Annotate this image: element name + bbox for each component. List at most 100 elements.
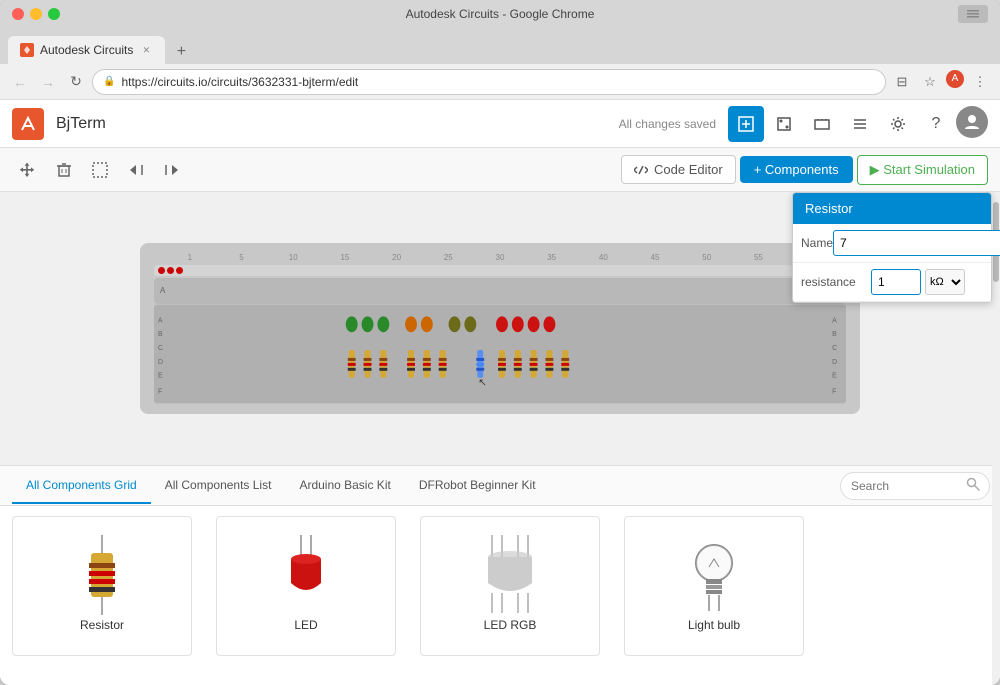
svg-text:D: D [832,359,837,366]
led-rgb-image [475,540,545,610]
tab-label: Autodesk Circuits [40,43,133,57]
breadboard-grid: A // Will render via JS below [154,278,846,304]
window-title: Autodesk Circuits - Google Chrome [406,7,595,21]
svg-text:A: A [158,317,163,324]
cast-icon[interactable]: ⊟ [890,70,914,94]
popup-resistance-label: resistance [801,275,871,289]
svg-text:F: F [158,389,162,396]
svg-text:E: E [832,373,837,380]
main-content: Resistor Name resistance kΩ Ω MΩ [0,192,1000,685]
component-card-resistor[interactable]: Resistor [12,516,192,656]
component-card-led-rgb[interactable]: LED RGB [420,516,600,656]
select-tool[interactable] [84,154,116,186]
menu-icon[interactable]: ⋮ [968,70,992,94]
search-icon [966,477,980,494]
svg-text:C: C [158,345,163,352]
start-simulation-button[interactable]: ▶ Start Simulation [857,155,988,185]
svg-text:↖: ↖ [478,378,486,389]
tab-all-list-label: All Components List [165,478,272,492]
refresh-button[interactable]: ↻ [64,70,88,94]
maximize-button[interactable] [48,8,60,20]
save-status: All changes saved [619,117,716,131]
lightbulb-label: Light bulb [688,618,740,632]
popup-title: Resistor [793,193,991,224]
popup-resistance-input[interactable] [871,269,921,295]
minimize-button[interactable] [30,8,42,20]
close-button[interactable] [12,8,24,20]
popup-name-label: Name [801,236,833,250]
lightbulb-image [679,540,749,610]
forward-button[interactable]: → [36,70,60,94]
row-a: A // Will render via JS below [160,284,840,296]
breadboard-visual: A B C D E A B C D E F [154,304,846,404]
led-rgb-label: LED RGB [484,618,537,632]
autofill-icon[interactable]: A [946,70,964,88]
svg-text:F: F [832,389,836,396]
rewind-tool[interactable] [120,154,152,186]
settings-icon[interactable] [880,106,916,142]
tab-close-button[interactable]: ✕ [139,43,153,57]
title-bar: Autodesk Circuits - Google Chrome [0,0,1000,28]
component-panel: All Components Grid All Components List … [0,465,1000,685]
app-name: BjTerm [56,115,106,133]
address-bar[interactable]: 🔒 https://circuits.io/circuits/3632331-b… [92,69,886,95]
tab-dfrobot-kit-label: DFRobot Beginner Kit [419,478,536,492]
move-tool[interactable] [12,154,44,186]
bookmark-icon[interactable]: ☆ [918,70,942,94]
schematic-icon[interactable] [728,106,764,142]
popup-name-input[interactable] [833,230,1000,256]
breadboard-svg: A B C D E A B C D E F [154,304,846,404]
browser-tab[interactable]: Autodesk Circuits ✕ [8,36,165,64]
tab-dfrobot-kit[interactable]: DFRobot Beginner Kit [405,468,550,504]
popup-name-row: Name [793,224,991,263]
start-sim-label: ▶ Start Simulation [870,162,975,178]
power-rail-top [154,265,846,276]
tab-arduino-kit-label: Arduino Basic Kit [299,478,390,492]
app-bar: BjTerm All changes saved ? [0,100,1000,148]
address-text: https://circuits.io/circuits/3632331-bjt… [121,75,358,89]
3d-icon[interactable] [804,106,840,142]
breadboard-dots-a: // Will render via JS below [172,284,828,296]
tab-all-grid-label: All Components Grid [26,478,137,492]
traffic-lights [12,8,60,20]
nav-bar: ← → ↻ 🔒 https://circuits.io/circuits/363… [0,64,1000,100]
new-tab-button[interactable]: + [169,40,193,64]
app-toolbar-icons: ? [728,106,988,142]
search-container [840,472,980,500]
window-action-button[interactable] [958,5,988,23]
code-editor-button[interactable]: Code Editor [621,155,736,184]
delete-tool[interactable] [48,154,80,186]
forward-tool[interactable] [156,154,188,186]
user-avatar[interactable] [956,106,988,138]
svg-text:A: A [832,317,837,324]
breadboard[interactable]: 1 5 10 15 20 25 30 35 40 45 50 55 60 [140,243,860,414]
main-window: Autodesk Circuits - Google Chrome Autode… [0,0,1000,685]
tab-favicon [20,43,34,57]
help-icon[interactable]: ? [918,106,954,142]
led-label: LED [294,618,317,632]
svg-text:E: E [158,373,163,380]
lock-icon: 🔒 [103,76,115,87]
svg-text:D: D [158,359,163,366]
resistor-label: Resistor [80,618,124,632]
component-card-led[interactable]: LED [216,516,396,656]
column-numbers: 1 5 10 15 20 25 30 35 40 45 50 55 60 [154,253,846,262]
resistor-popup: Resistor Name resistance kΩ Ω MΩ [792,192,992,303]
pcb-icon[interactable] [766,106,802,142]
code-editor-label: Code Editor [654,162,723,177]
bom-icon[interactable] [842,106,878,142]
tab-all-grid[interactable]: All Components Grid [12,468,151,504]
panel-tabs-row: All Components Grid All Components List … [0,466,1000,506]
svg-text:B: B [832,331,837,338]
app-logo [12,108,44,140]
components-grid: Resistor LED [0,506,1000,685]
component-card-lightbulb[interactable]: Light bulb [624,516,804,656]
popup-unit-select[interactable]: kΩ Ω MΩ [925,269,965,295]
components-button[interactable]: + Components [740,156,853,183]
tab-arduino-kit[interactable]: Arduino Basic Kit [285,468,404,504]
tab-all-list[interactable]: All Components List [151,468,286,504]
scrollbar[interactable] [992,192,1000,685]
components-label: + Components [754,162,839,177]
back-button[interactable]: ← [8,70,32,94]
tab-bar: Autodesk Circuits ✕ + [0,28,1000,64]
